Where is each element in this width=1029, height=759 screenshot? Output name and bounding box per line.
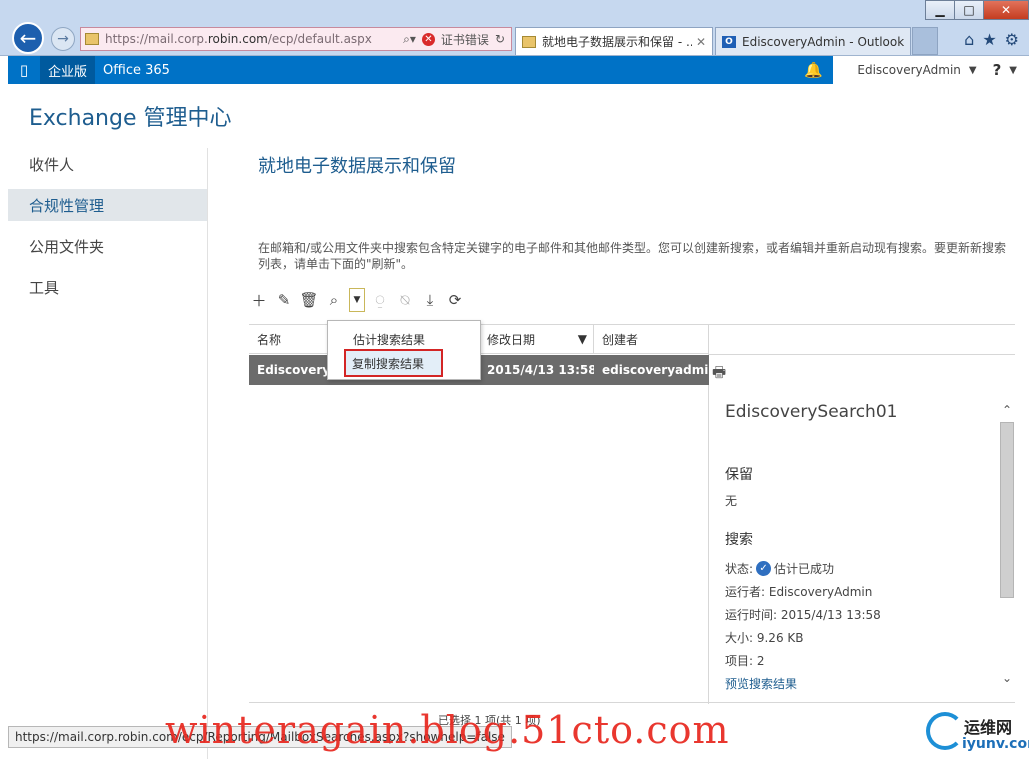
result-size: 大小: 9.26 KB	[725, 631, 804, 645]
check-circle-icon: ✓	[756, 561, 772, 576]
search-dropdown-menu: 估计搜索结果 复制搜索结果	[327, 320, 481, 380]
hold-heading: 保留	[725, 467, 753, 483]
chevron-down-icon[interactable]: ⌄	[999, 670, 1015, 686]
sort-chevron-down-icon[interactable]: ▼	[578, 332, 587, 346]
tab-ediscovery[interactable]: 就地电子数据展示和保留 - ... ✕	[515, 27, 713, 55]
tab-label: 就地电子数据展示和保留 - ...	[542, 35, 692, 49]
address-bar[interactable]: https://mail.corp.robin.com/ecp/default.…	[80, 27, 512, 51]
refresh-icon[interactable]: ↻	[495, 32, 505, 46]
close-window-icon[interactable]: ✕	[983, 0, 1029, 20]
eac-page: Exchange 管理中心 收件人 合规性管理 公用文件夹 工具 就地电子数据展…	[8, 84, 1029, 759]
gear-icon[interactable]: ⚙	[1005, 30, 1019, 49]
page-favicon-icon	[85, 33, 99, 45]
tab-outlook[interactable]: O EdiscoveryAdmin - Outlook...	[715, 27, 911, 55]
forward-arrow-icon[interactable]: →	[51, 27, 75, 51]
home-icon[interactable]: ⌂	[964, 30, 974, 49]
maximize-icon[interactable]: □	[954, 0, 984, 20]
cell-modified: 2015/4/13 13:58	[487, 363, 594, 377]
hold-value: 无	[725, 494, 738, 508]
grid-border	[708, 354, 1015, 355]
nav-item-recipients[interactable]: 收件人	[8, 148, 207, 180]
chevron-down-icon: ▼	[968, 64, 977, 76]
column-header-creator[interactable]: 创建者	[594, 325, 709, 353]
browser-chrome: ▁ □ ✕ ← → https://mail.corp.robin.com/ec…	[0, 0, 1029, 56]
column-header-modified[interactable]: 修改日期 ▼	[479, 325, 594, 353]
user-menu[interactable]: EdiscoveryAdmin ▼ ? ▼	[833, 56, 1029, 84]
printer-icon[interactable]: 🖶	[712, 362, 726, 387]
cert-error-label[interactable]: 证书错误	[441, 31, 489, 48]
office365-link[interactable]: Office 365	[95, 56, 178, 84]
left-nav: 收件人 合规性管理 公用文件夹 工具	[8, 148, 208, 759]
iyunv-logo: 运维网 iyunv.com	[926, 710, 1029, 756]
run-time: 运行时间: 2015/4/13 13:58	[725, 608, 881, 622]
watermark-text: winteragain.blog.51cto.com	[165, 708, 730, 752]
search-icon[interactable]: ⌕	[324, 289, 344, 311]
column-header-label: 修改日期	[487, 332, 536, 347]
o365-top-bar: ▯ 企业版 Office 365 🔔 EdiscoveryAdmin ▼ ? ▼	[8, 56, 1029, 84]
menu-item-copy-results[interactable]: 复制搜索结果	[344, 349, 443, 377]
nav-item-public-folders[interactable]: 公用文件夹	[8, 230, 207, 262]
edit-pencil-icon[interactable]: ✎	[274, 289, 294, 311]
logo-en-text: iyunv.com	[962, 736, 1029, 752]
grid-footer-divider	[249, 702, 1015, 703]
enterprise-link[interactable]: 企业版	[40, 56, 96, 84]
run-by: 运行者: EdiscoveryAdmin	[725, 585, 873, 599]
user-name: EdiscoveryAdmin	[857, 63, 961, 77]
status-label: 状态:	[725, 562, 754, 576]
toolbar: ＋ ✎ 🗑 ⌕ ▼ ⍜ ⍉ ⤓ ⟳	[249, 288, 465, 312]
add-icon[interactable]: ＋	[249, 289, 269, 311]
export-download-icon[interactable]: ⤓	[420, 289, 440, 311]
logo-ring-icon	[926, 712, 964, 750]
details-scrollbar[interactable]: ⌃ ⌄	[999, 402, 1015, 692]
search-dropdown-chevron-icon[interactable]: ▼	[349, 288, 365, 312]
tab-label: EdiscoveryAdmin - Outlook...	[742, 34, 904, 49]
preview-results-link[interactable]: 预览搜索结果	[725, 672, 995, 695]
page-title: 就地电子数据展示和保留	[258, 156, 456, 177]
cell-creator: ediscoveryadmin	[602, 363, 709, 377]
status-line: 状态: ✓ 估计已成功	[725, 557, 995, 580]
nav-item-compliance[interactable]: 合规性管理	[8, 189, 207, 221]
search-heading: 搜索	[725, 532, 753, 548]
logo-cn-text: 运维网	[964, 718, 1013, 737]
status-value: 估计已成功	[774, 562, 835, 576]
details-title: EdiscoverySearch01	[725, 402, 898, 422]
minimize-icon[interactable]: ▁	[925, 0, 955, 20]
refresh-icon[interactable]: ⟳	[445, 289, 465, 311]
chevron-down-icon: ▼	[1009, 64, 1017, 76]
start-search-icon[interactable]: ⍜	[370, 289, 390, 311]
address-url: https://mail.corp.robin.com/ecp/default.…	[105, 32, 372, 46]
page-description: 在邮箱和/或公用文件夹中搜索包含特定关键字的电子邮件和其他邮件类型。您可以创建新…	[258, 241, 1007, 271]
outlook-icon: O	[722, 35, 736, 48]
menu-item-estimate[interactable]: 估计搜索结果	[328, 327, 480, 351]
details-pane: EdiscoverySearch01 保留 无 搜索 状态: ✓ 估计已成功 运…	[725, 402, 995, 695]
window-controls: ▁ □ ✕	[925, 0, 1029, 20]
cert-error-icon[interactable]: ✕	[421, 32, 435, 46]
scroll-thumb[interactable]	[1000, 422, 1014, 598]
app-title: Exchange 管理中心	[29, 106, 232, 131]
chevron-up-icon[interactable]: ⌃	[999, 402, 1015, 418]
favorites-star-icon[interactable]: ★	[982, 30, 996, 49]
search-icon[interactable]: ⌕▾	[403, 32, 416, 47]
item-count: 项目: 2	[725, 654, 765, 668]
stop-search-icon[interactable]: ⍉	[395, 289, 415, 311]
nav-item-tools[interactable]: 工具	[8, 271, 207, 303]
grid-border	[708, 324, 1015, 325]
bell-icon[interactable]: 🔔	[793, 56, 833, 84]
office-logo-icon[interactable]: ▯	[8, 56, 40, 84]
new-tab-button[interactable]	[912, 27, 938, 55]
tab-close-icon[interactable]: ✕	[696, 35, 706, 49]
delete-trash-icon[interactable]: 🗑	[299, 289, 319, 311]
tab-favicon-icon	[522, 35, 536, 48]
back-arrow-icon[interactable]: ←	[12, 22, 44, 54]
help-icon[interactable]: ?	[993, 61, 1002, 79]
